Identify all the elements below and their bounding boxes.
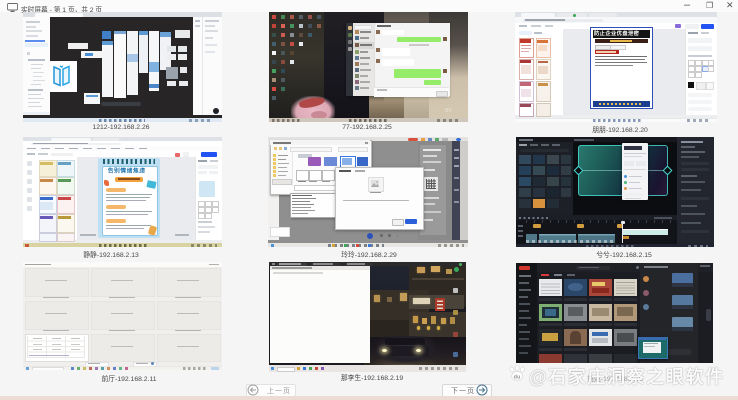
svg-text:du: du <box>514 374 521 380</box>
